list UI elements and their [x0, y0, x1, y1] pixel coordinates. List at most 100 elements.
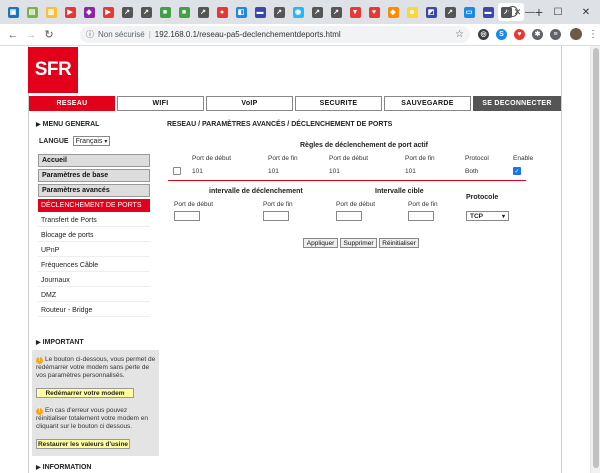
- nav-sauvegarde[interactable]: SAUVEGARDE: [384, 96, 471, 111]
- browser-tab-25[interactable]: ▭: [460, 3, 478, 21]
- site-info-icon[interactable]: ⓘ: [86, 29, 94, 40]
- ext-3-icon[interactable]: ♥: [514, 28, 525, 40]
- menu-declenchement-ports[interactable]: DÉCLENCHEMENT DE PORTS: [38, 199, 150, 212]
- browser-tab-19[interactable]: ▼: [346, 3, 364, 21]
- col-header-enable: Enable: [513, 155, 534, 162]
- rules-divider: [168, 180, 526, 181]
- important-title: ▶ IMPORTANT: [36, 339, 84, 346]
- menu-blocage-ports[interactable]: Blocage de ports: [38, 229, 150, 242]
- protocol-select[interactable]: TCP ▾: [466, 211, 509, 221]
- browser-tab-1[interactable]: ▣: [4, 3, 22, 21]
- browser-tab-4[interactable]: ▶: [61, 3, 79, 21]
- menu-journaux[interactable]: Journaux: [38, 274, 150, 287]
- reset-button[interactable]: Réinitialiser: [379, 238, 419, 248]
- triangle-bullet-icon: ▶: [36, 340, 41, 346]
- browser-tab-17[interactable]: ↗: [308, 3, 326, 21]
- trigger-end-input[interactable]: [263, 211, 289, 221]
- sfr-logo[interactable]: SFR: [28, 47, 78, 93]
- nav-wifi[interactable]: WIFI: [117, 96, 204, 111]
- browser-tab-3[interactable]: ▥: [42, 3, 60, 21]
- browser-tab-8[interactable]: ↗: [137, 3, 155, 21]
- row-select-checkbox[interactable]: [173, 167, 181, 175]
- browser-tab-14[interactable]: ▬: [251, 3, 269, 21]
- menu-general-title: ▶ MENU GENERAL: [36, 121, 99, 128]
- tab-favicon-icon: ◆: [83, 6, 95, 18]
- important-label: IMPORTANT: [42, 339, 84, 346]
- bookmark-star-icon[interactable]: ☆: [455, 29, 464, 40]
- browser-tab-12[interactable]: ●: [213, 3, 231, 21]
- scrollbar-thumb[interactable]: [593, 48, 599, 468]
- back-button[interactable]: ←: [4, 29, 22, 41]
- page-scrollbar[interactable]: [590, 46, 600, 473]
- ext-1-icon[interactable]: ◎: [478, 28, 489, 40]
- menu-parametres-base[interactable]: Paramètres de base: [38, 169, 150, 182]
- tab-favicon-icon: ■: [178, 6, 190, 18]
- target-start-input[interactable]: [336, 211, 362, 221]
- nav-se-deconnecter[interactable]: SE DECONNECTER: [473, 96, 561, 111]
- nav-securite[interactable]: SECURITE: [295, 96, 382, 111]
- target-end-input[interactable]: [408, 211, 434, 221]
- ext-5-icon[interactable]: ≡: [550, 28, 561, 40]
- restart-modem-button[interactable]: Redémarrer votre modem: [36, 388, 134, 398]
- trigger-start-input[interactable]: [174, 211, 200, 221]
- browser-tab-22[interactable]: ☻: [403, 3, 421, 21]
- target-end-label: Port de fin: [408, 201, 438, 208]
- language-select[interactable]: Français ▾: [72, 136, 111, 146]
- minimize-button[interactable]: —: [516, 7, 544, 18]
- apply-button[interactable]: Appliquer: [303, 238, 338, 248]
- ext-4-icon[interactable]: ✱: [532, 28, 543, 40]
- browser-tab-6[interactable]: ▶: [99, 3, 117, 21]
- tab-favicon-icon: ▬: [254, 6, 266, 18]
- browser-tab-16[interactable]: ◉: [289, 3, 307, 21]
- tab-favicon-icon: ▶: [64, 6, 76, 18]
- factory-reset-button[interactable]: Restaurer les valeurs d'usine: [36, 439, 130, 449]
- browser-tab-18[interactable]: ↗: [327, 3, 345, 21]
- menu-dmz[interactable]: DMZ: [38, 289, 150, 302]
- menu-transfert-ports[interactable]: Transfert de Ports: [38, 214, 150, 227]
- delete-button[interactable]: Supprimer: [340, 238, 377, 248]
- tab-favicon-icon: ↗: [273, 6, 285, 18]
- browser-tab-13[interactable]: ◧: [232, 3, 250, 21]
- browser-tab-26[interactable]: ▬: [479, 3, 497, 21]
- nav-reseau[interactable]: RESEAU: [29, 96, 115, 111]
- cell-trigger-end: 101: [268, 168, 279, 175]
- window-controls: — ☐ ✕: [516, 0, 600, 24]
- cell-target-end: 101: [405, 168, 416, 175]
- close-window-button[interactable]: ✕: [572, 7, 600, 18]
- protocol-value: TCP: [470, 212, 483, 220]
- nav-voip[interactable]: VoIP: [206, 96, 293, 111]
- breadcrumb: RESEAU / PARAMÈTRES AVANCÉS / DÉCLENCHEM…: [167, 121, 393, 128]
- forward-button[interactable]: →: [22, 29, 40, 41]
- menu-parametres-avances[interactable]: Paramètres avancés: [38, 184, 150, 197]
- ext-2-icon[interactable]: S: [496, 28, 507, 40]
- chevron-down-icon: ▾: [104, 138, 108, 145]
- maximize-button[interactable]: ☐: [544, 7, 572, 18]
- tab-favicon-icon: ■: [159, 6, 171, 18]
- browser-tab-20[interactable]: ♥: [365, 3, 383, 21]
- restart-info-text: Le bouton ci-dessous, vous permet de red…: [36, 356, 156, 379]
- browser-tab-11[interactable]: ↗: [194, 3, 212, 21]
- menu-routeur-bridge[interactable]: Routeur - Bridge: [38, 304, 150, 317]
- url-field[interactable]: ⓘ Non sécurisé | 192.168.0.1/reseau-pa5-…: [80, 26, 470, 43]
- avatar[interactable]: [570, 28, 582, 40]
- main-navigation: RESEAU WIFI VoIP SECURITE SAUVEGARDE SE …: [29, 96, 561, 111]
- browser-menu-icon[interactable]: ⋮: [588, 29, 598, 40]
- browser-tab-21[interactable]: ◆: [384, 3, 402, 21]
- browser-tab-9[interactable]: ■: [156, 3, 174, 21]
- col-header-trigger-end: Port de fin: [268, 155, 298, 162]
- browser-tab-10[interactable]: ■: [175, 3, 193, 21]
- browser-tab-5[interactable]: ◆: [80, 3, 98, 21]
- browser-tab-23[interactable]: ◩: [422, 3, 440, 21]
- enable-checkbox[interactable]: ✓: [513, 167, 521, 175]
- browser-tab-7[interactable]: ↗: [118, 3, 136, 21]
- menu-accueil[interactable]: Accueil: [38, 154, 150, 167]
- reload-button[interactable]: ↻: [40, 28, 58, 41]
- warning-icon: !: [36, 408, 43, 415]
- trigger-start-label: Port de début: [174, 201, 214, 208]
- language-row: LANGUE Français ▾: [39, 136, 111, 146]
- browser-tab-24[interactable]: ↗: [441, 3, 459, 21]
- menu-upnp[interactable]: UPnP: [38, 244, 150, 257]
- menu-frequences-cable[interactable]: Fréquences Câble: [38, 259, 150, 272]
- browser-tab-15[interactable]: ↗: [270, 3, 288, 21]
- browser-tab-2[interactable]: ▤: [23, 3, 41, 21]
